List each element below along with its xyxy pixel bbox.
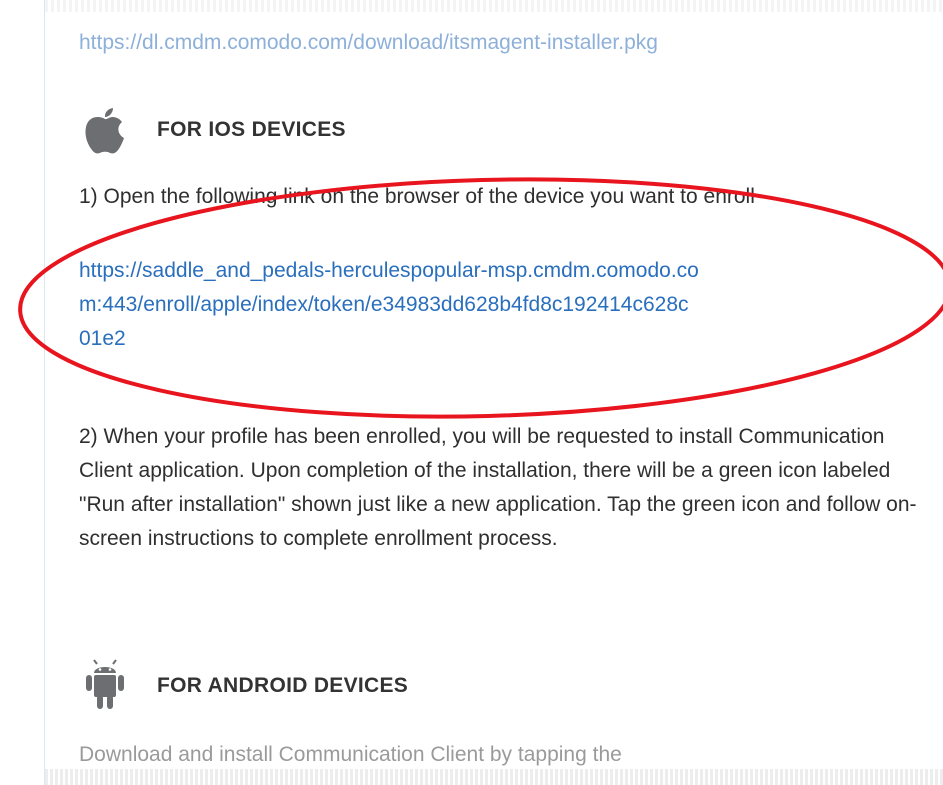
apple-icon	[79, 104, 131, 156]
android-icon	[79, 659, 131, 712]
ios-section-title: FOR IOS DEVICES	[157, 118, 346, 141]
android-section-title: FOR ANDROID DEVICES	[157, 674, 409, 697]
ios-enroll-link-block: https://saddle_and_pedals-herculespopula…	[79, 254, 925, 356]
content-panel: https://dl.cmdm.comodo.com/download/itsm…	[44, 0, 943, 785]
ios-enroll-link-line-2[interactable]: m:443/enroll/apple/index/token/e34983dd6…	[79, 288, 925, 322]
ios-step-2-text: 2) When your profile has been enrolled, …	[79, 425, 917, 550]
macos-installer-link[interactable]: https://dl.cmdm.comodo.com/download/itsm…	[79, 26, 658, 60]
ios-section-header: FOR IOS DEVICES	[79, 104, 346, 156]
ios-step-1-text: 1) Open the following link on the browse…	[79, 185, 755, 208]
ios-enroll-link-line-3[interactable]: 01e2	[79, 322, 925, 356]
ios-enroll-link-line-1[interactable]: https://saddle_and_pedals-herculespopula…	[79, 254, 925, 288]
android-section-header: FOR ANDROID DEVICES	[79, 659, 409, 712]
torn-bottom-edge	[45, 769, 943, 785]
android-intro-text: Download and install Communication Clien…	[79, 743, 622, 766]
torn-top-edge	[45, 0, 943, 12]
